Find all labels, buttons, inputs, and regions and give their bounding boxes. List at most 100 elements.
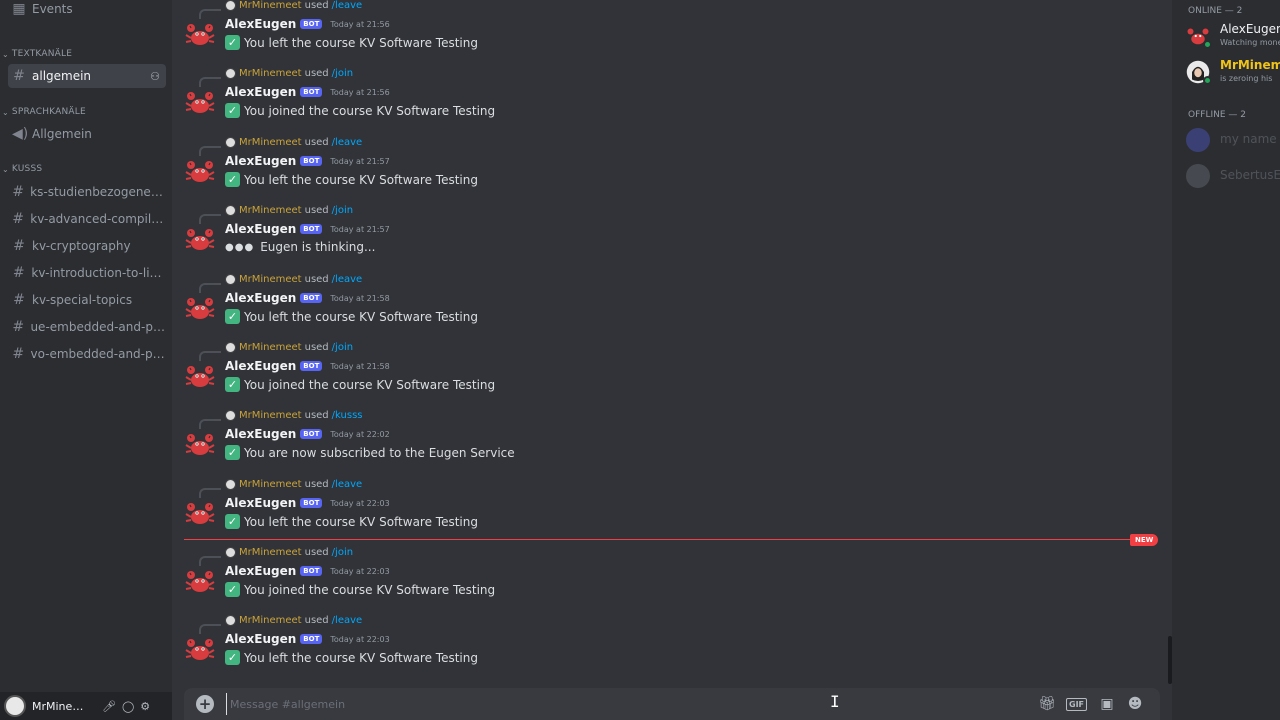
sidebar-item-kv-cryptography[interactable]: # kv-cryptography [8,234,166,258]
message-item[interactable]: MrMinemeet used/kusss AlexEugen BOT Today at… [172,410,1172,478]
crab-avatar-icon[interactable] [184,428,216,460]
bot-badge: BOT [300,156,323,166]
reply-username[interactable]: MrMinemeet [239,410,302,421]
member-name: SebertusEu [1220,168,1280,182]
command-reply[interactable]: MrMinemeet used/leave [225,479,362,490]
message-item[interactable]: MrMinemeet used/join AlexEugen BOT Today at … [172,68,1172,136]
message-item[interactable]: MrMinemeet used/leave AlexEugen BOT Today at… [172,274,1172,342]
message-item[interactable]: MrMinemeet used/leave AlexEugen BOT Today at… [172,0,1172,68]
crab-avatar-icon[interactable] [184,633,216,665]
bot-badge: BOT [300,634,323,644]
command-reply[interactable]: MrMinemeet used/join [225,205,353,216]
message-item[interactable]: MrMinemeet used/join AlexEugen BOT Today at … [172,205,1172,273]
add-member-icon[interactable]: ⚇ [150,70,160,83]
author-name[interactable]: AlexEugen [225,85,296,99]
gift-icon[interactable]: 🎁︎ [1038,696,1056,712]
slash-command[interactable]: /join [332,68,353,79]
slash-command[interactable]: /leave [332,137,363,148]
slash-command[interactable]: /leave [332,479,363,490]
author-name[interactable]: AlexEugen [225,632,296,646]
reply-username[interactable]: MrMinemeet [239,547,302,558]
crab-avatar-icon[interactable] [184,86,216,118]
member-offline-1[interactable]: my name is [1186,124,1280,156]
crab-avatar-icon[interactable] [184,18,216,50]
category-textkanaele[interactable]: ⌄ TEXTKANÄLE [2,49,72,59]
sidebar-item-events[interactable]: ▦ Events [8,0,166,21]
slash-command[interactable]: /join [332,342,353,353]
command-reply[interactable]: MrMinemeet used/join [225,68,353,79]
reply-username[interactable]: MrMinemeet [239,68,302,79]
reply-username[interactable]: MrMinemeet [239,342,302,353]
reply-username[interactable]: MrMinemeet [239,0,302,11]
slash-command[interactable]: /join [332,205,353,216]
message-item[interactable]: MrMinemeet used/leave AlexEugen BOT Today at… [172,137,1172,205]
crab-avatar-icon[interactable] [184,497,216,529]
sticker-icon[interactable]: ▣ [1099,696,1115,712]
command-reply[interactable]: MrMinemeet used/leave [225,137,362,148]
message-input[interactable] [226,693,1026,715]
category-sprachkanaele[interactable]: ⌄ SPRACHKANÄLE [2,107,86,117]
headphones-icon[interactable]: ◯ [122,700,134,713]
sidebar-item-vo-embedded[interactable]: # vo-embedded-and-perv... [8,342,166,366]
slash-command[interactable]: /leave [332,615,363,626]
crab-avatar-icon[interactable] [184,292,216,324]
command-reply[interactable]: MrMinemeet used/join [225,547,353,558]
user-panel-name[interactable]: MrMineme... [32,700,92,713]
member-offline-2[interactable]: SebertusEu [1186,160,1280,192]
command-reply[interactable]: MrMinemeet used/kusss [225,410,363,421]
author-name[interactable]: AlexEugen [225,154,296,168]
sidebar-item-kv-advanced-compiler[interactable]: # kv-advanced-compiler-c... [8,207,166,231]
check-mark-icon: ✓ [225,35,240,50]
sidebar-item-ue-embedded[interactable]: # ue-embedded-and-perv... [8,315,166,339]
avatar[interactable] [4,695,26,717]
command-reply[interactable]: MrMinemeet used/leave [225,274,362,285]
crab-avatar-icon[interactable] [184,155,216,187]
reply-username[interactable]: MrMinemeet [239,274,302,285]
message-item[interactable]: MrMinemeet used/join AlexEugen BOT Today at … [172,547,1172,615]
sidebar-item-voice-allgemein[interactable]: ◀) Allgemein [8,122,166,146]
member-name: my name is [1220,132,1280,146]
crab-avatar-icon[interactable] [184,223,216,255]
gear-icon[interactable]: ⚙ [140,700,150,713]
sidebar-item-kv-introduction-to-linux[interactable]: # kv-introduction-to-linux [8,261,166,285]
reply-username[interactable]: MrMinemeet [239,615,302,626]
author-name[interactable]: AlexEugen [225,17,296,31]
message-item[interactable]: MrMinemeet used/join AlexEugen BOT Today at … [172,342,1172,410]
message-text: You left the course KV Software Testing [244,35,478,50]
author-name[interactable]: AlexEugen [225,291,296,305]
author-name[interactable]: AlexEugen [225,359,296,373]
mini-avatar [225,547,236,558]
reply-username[interactable]: MrMinemeet [239,205,302,216]
sidebar-item-kv-special-topics[interactable]: # kv-special-topics [8,288,166,312]
category-kusss[interactable]: ⌄ KUSSS [2,164,42,174]
slash-command[interactable]: /kusss [332,410,363,421]
message-item[interactable]: MrMinemeet used/leave AlexEugen BOT Today at… [172,479,1172,547]
author-name[interactable]: AlexEugen [225,564,296,578]
reply-username[interactable]: MrMinemeet [239,137,302,148]
sidebar-item-ks-studienbezogene[interactable]: # ks-studienbezogene-pra... [8,180,166,204]
slash-command[interactable]: /leave [332,0,363,11]
crab-avatar-icon[interactable] [184,360,216,392]
message-content: ✓ You joined the course KV Software Testi… [225,582,495,597]
slash-command[interactable]: /join [332,547,353,558]
timestamp: Today at 22:03 [330,498,390,508]
command-reply[interactable]: MrMinemeet used/leave [225,615,362,626]
member-alexeugen[interactable]: AlexEugen Watching money [1186,20,1280,52]
command-reply[interactable]: MrMinemeet used/join [225,342,353,353]
reply-username[interactable]: MrMinemeet [239,479,302,490]
plus-icon[interactable]: + [196,695,214,713]
gif-icon[interactable]: GIF [1066,697,1088,711]
crab-avatar-icon[interactable] [184,565,216,597]
message-header: AlexEugen BOT Today at 21:56 [225,85,390,99]
bot-badge: BOT [300,19,323,29]
microphone-icon[interactable]: 🎤︎ [102,700,116,713]
author-name[interactable]: AlexEugen [225,427,296,441]
message-item[interactable]: MrMinemeet used/leave AlexEugen BOT Today at… [172,615,1172,683]
emoji-icon[interactable]: ☻ [1127,696,1143,712]
member-mrminemeet[interactable]: MrMinemeet is zeroing his [1186,56,1280,88]
author-name[interactable]: AlexEugen [225,222,296,236]
slash-command[interactable]: /leave [332,274,363,285]
command-reply[interactable]: MrMinemeet used/leave [225,0,362,11]
author-name[interactable]: AlexEugen [225,496,296,510]
sidebar-item-allgemein[interactable]: # allgemein ⚇ [8,64,166,88]
